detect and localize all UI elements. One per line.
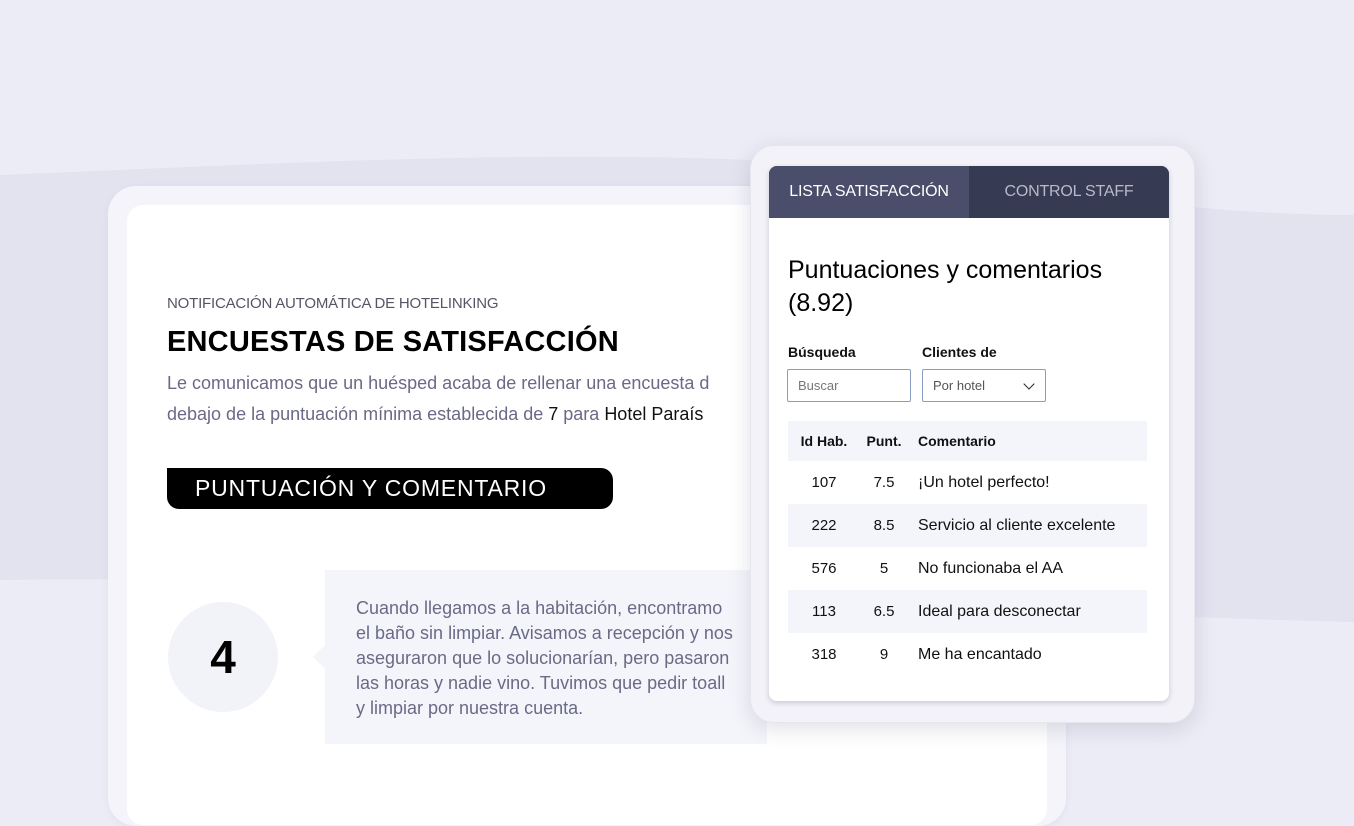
table-header-row: Id Hab. Punt. Comentario <box>788 421 1147 461</box>
intro-line-1: Le comunicamos que un huésped acaba de r… <box>167 373 710 393</box>
header-room-id[interactable]: Id Hab. <box>788 421 860 461</box>
header-comment[interactable]: Comentario <box>908 421 1147 461</box>
cell-score: 8.5 <box>860 504 908 547</box>
hotel-name: Hotel Paraís <box>604 404 704 424</box>
table-row[interactable]: 222 8.5 Servicio al cliente excelente <box>788 504 1147 547</box>
clients-filter-select[interactable]: Por hotel <box>922 369 1046 402</box>
cell-room: 113 <box>788 590 860 633</box>
cell-room: 318 <box>811 646 837 663</box>
section-label: PUNTUACIÓN Y COMENTARIO <box>167 468 613 509</box>
cell-comment: ¡Un hotel perfecto! <box>918 473 1050 491</box>
notification-label: NOTIFICACIÓN AUTOMÁTICA DE HOTELINKING <box>167 295 499 312</box>
score-badge: 4 <box>168 602 278 712</box>
cell-score: 7.5 <box>873 474 895 491</box>
table-row[interactable]: 318 9 Me ha encantado <box>788 633 1147 676</box>
cell-score: 9 <box>879 646 889 663</box>
clients-filter-value: Por hotel <box>933 378 986 393</box>
cell-score: 5 <box>879 560 889 577</box>
comment-text: Cuando llegamos a la habitación, encontr… <box>356 598 733 718</box>
cell-room: 576 <box>811 560 837 577</box>
survey-title: ENCUESTAS DE SATISFACCIÓN <box>167 326 619 358</box>
intro-line-2-mid: para <box>558 404 605 424</box>
cell-score: 6.5 <box>860 590 908 633</box>
comment-bubble: Cuando llegamos a la habitación, encontr… <box>325 570 767 744</box>
cell-room: 222 <box>788 504 860 547</box>
satisfaction-panel: LISTA SATISFACCIÓN CONTROL STAFF Puntuac… <box>769 166 1169 701</box>
table-row[interactable]: 107 7.5 ¡Un hotel perfecto! <box>788 461 1147 504</box>
table-row[interactable]: 113 6.5 Ideal para desconectar <box>788 590 1147 633</box>
table-row[interactable]: 576 5 No funcionaba el AA <box>788 547 1147 590</box>
panel-heading: Puntuaciones y comentarios (8.92) <box>788 256 1103 317</box>
header-score[interactable]: Punt. <box>860 421 908 461</box>
search-input[interactable] <box>787 369 911 402</box>
intro-line-2-prefix: debajo de la puntuación mínima estableci… <box>167 404 549 424</box>
chevron-down-icon <box>1023 377 1035 390</box>
tab-lista-satisfaccion[interactable]: LISTA SATISFACCIÓN <box>769 166 969 218</box>
cell-room: 107 <box>811 474 837 491</box>
cell-comment: Ideal para desconectar <box>908 590 1147 633</box>
filter-label: Clientes de <box>922 344 997 360</box>
cell-comment: No funcionaba el AA <box>918 559 1063 577</box>
panel-tabs: LISTA SATISFACCIÓN CONTROL STAFF <box>769 166 1169 218</box>
tab-control-staff[interactable]: CONTROL STAFF <box>969 166 1169 218</box>
min-score-value: 7 <box>548 404 559 424</box>
bubble-arrow <box>313 645 325 669</box>
search-label: Búsqueda <box>788 344 856 360</box>
scores-table: Id Hab. Punt. Comentario 107 7.5 ¡Un hot… <box>788 421 1147 676</box>
intro-text: Le comunicamos que un huésped acaba de r… <box>167 368 767 430</box>
cell-comment: Servicio al cliente excelente <box>908 504 1147 547</box>
cell-comment: Me ha encantado <box>918 645 1042 663</box>
